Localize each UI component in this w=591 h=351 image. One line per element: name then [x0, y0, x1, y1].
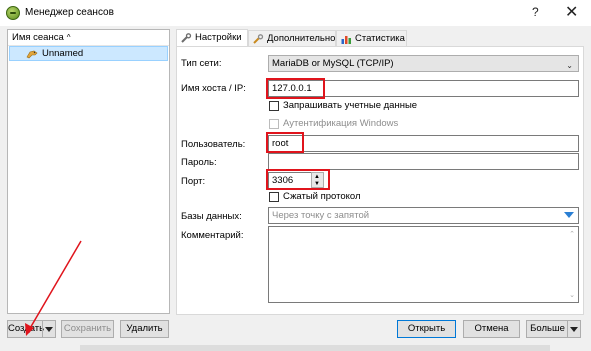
databases-placeholder: Через точку с запятой: [272, 210, 370, 221]
tab-advanced-label: Дополнительно: [267, 33, 336, 44]
create-dropdown-arrow-icon[interactable]: [42, 321, 55, 337]
bar-chart-icon: [341, 36, 351, 44]
save-button[interactable]: Сохранить: [61, 320, 114, 338]
session-item-unnamed[interactable]: Unnamed: [9, 46, 168, 61]
create-button-label: Создать: [8, 323, 45, 334]
wrench-icon: [181, 33, 192, 43]
dropdown-arrow-icon[interactable]: [564, 212, 574, 218]
windows-auth-label: Аутентификация Windows: [283, 118, 399, 129]
title-bar: Менеджер сеансов ? ✕: [0, 0, 591, 26]
heidisql-app-icon: [6, 6, 20, 20]
more-dropdown-arrow-icon[interactable]: [567, 321, 580, 337]
port-highlight: [266, 169, 330, 190]
session-dolphin-icon: [26, 50, 38, 59]
scroll-down-icon[interactable]: ⌄: [569, 291, 575, 299]
port-label: Порт:: [181, 176, 206, 187]
tab-statistics[interactable]: Статистика: [336, 30, 407, 47]
session-list[interactable]: Имя сеанса ^ Unnamed: [7, 29, 170, 314]
databases-input[interactable]: Через точку с запятой: [268, 207, 579, 224]
open-button-label: Открыть: [407, 323, 446, 334]
more-button-label: Больше: [530, 323, 565, 334]
host-highlight: [266, 78, 325, 99]
compressed-protocol-checkbox[interactable]: [269, 192, 279, 202]
cancel-button-label: Отмена: [474, 323, 509, 334]
delete-button[interactable]: Удалить: [120, 320, 169, 338]
databases-label: Базы данных:: [181, 211, 242, 222]
wrench-advanced-icon: [253, 34, 264, 44]
prompt-credentials-checkbox[interactable]: [269, 101, 279, 111]
help-button[interactable]: ?: [532, 5, 539, 19]
create-button[interactable]: Создать: [7, 320, 56, 338]
more-button[interactable]: Больше: [526, 320, 581, 338]
scroll-up-icon[interactable]: ⌃: [569, 230, 575, 238]
windows-auth-checkbox[interactable]: [269, 119, 279, 129]
sort-ascending-icon: ^: [66, 33, 71, 42]
password-input[interactable]: [268, 153, 579, 170]
cancel-button[interactable]: Отмена: [463, 320, 520, 338]
comment-textarea[interactable]: ⌃ ⌄: [268, 226, 579, 303]
network-type-value: MariaDB or MySQL (TCP/IP): [272, 58, 394, 69]
close-button[interactable]: ✕: [565, 2, 578, 22]
session-name-column-label: Имя сеанса: [12, 32, 64, 43]
tab-statistics-label: Статистика: [355, 33, 405, 44]
bottom-edge-strip: [80, 345, 550, 351]
network-type-select[interactable]: MariaDB or MySQL (TCP/IP) ⌄: [268, 55, 579, 72]
session-item-label: Unnamed: [42, 48, 84, 59]
user-input[interactable]: root: [268, 135, 579, 152]
password-label: Пароль:: [181, 157, 217, 168]
window-title: Менеджер сеансов: [25, 7, 114, 18]
user-highlight: [266, 132, 304, 153]
delete-button-label: Удалить: [126, 323, 163, 334]
host-label: Имя хоста / IP:: [181, 83, 246, 94]
open-button[interactable]: Открыть: [397, 320, 456, 338]
tab-advanced[interactable]: Дополнительно: [248, 30, 336, 47]
session-list-header[interactable]: Имя сеанса ^: [8, 30, 169, 46]
save-button-label: Сохранить: [63, 323, 112, 334]
compressed-protocol-label: Сжатый протокол: [283, 191, 361, 202]
tab-settings[interactable]: Настройки: [176, 29, 248, 47]
comment-label: Комментарий:: [181, 230, 244, 241]
network-type-label: Тип сети:: [181, 58, 222, 69]
tab-settings-label: Настройки: [195, 32, 242, 43]
chevron-down-icon: ⌄: [566, 61, 573, 70]
user-label: Пользователь:: [181, 139, 246, 150]
prompt-credentials-label: Запрашивать учетные данные: [283, 100, 418, 111]
